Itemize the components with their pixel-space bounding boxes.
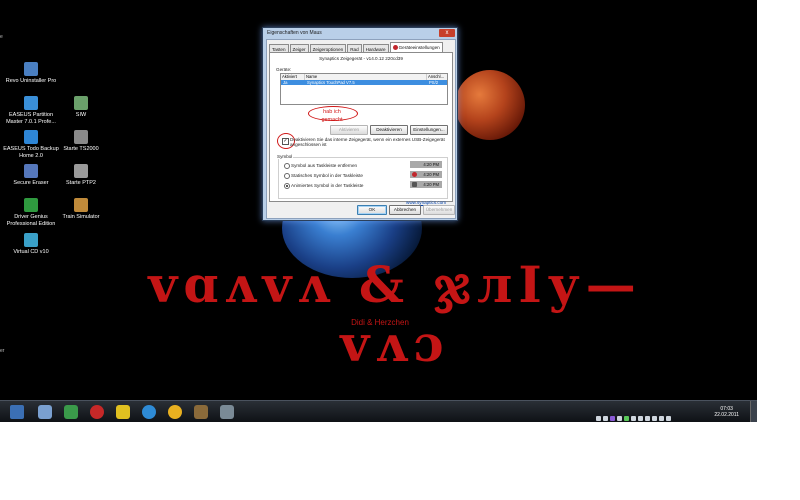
tray-icon[interactable]: [645, 416, 650, 421]
tray-icon[interactable]: [638, 416, 643, 421]
tray-icon[interactable]: [631, 416, 636, 421]
desktop-icon-label: Driver Genius Professional Edition: [6, 214, 56, 227]
disable-internal-device-checkbox[interactable]: ✓: [282, 138, 289, 145]
tray-preview-time: 4:20 PM: [423, 182, 439, 187]
desktop-icon-siw[interactable]: SIW: [50, 96, 112, 119]
desktop-icon-virtual-cd[interactable]: Virtual CD v10: [0, 233, 62, 256]
partition-icon: [24, 96, 38, 110]
tray-preview-time: 4:20 PM: [423, 162, 439, 167]
radio-remove-symbol[interactable]: [284, 163, 290, 169]
wallpaper-planet-mars: [455, 70, 525, 140]
desktop-icon-ptp2[interactable]: Starte PTP2: [50, 164, 112, 187]
activate-button[interactable]: Aktivieren: [330, 125, 368, 135]
backup-icon: [24, 130, 38, 144]
start-button[interactable]: [10, 405, 24, 419]
devices-label: Geräte:: [276, 67, 292, 72]
table-row[interactable]: Ja Synaptics TouchPad V7.5 PS/2: [281, 80, 447, 85]
desktop-icon-label: Starte TS2000: [63, 146, 99, 152]
settings-button[interactable]: Einstellungen...: [410, 125, 448, 135]
alien-icon[interactable]: [220, 405, 234, 419]
disable-internal-device-label: Deaktivieren Sie das interne Zeigegerät,…: [290, 137, 445, 147]
opera-browser-icon[interactable]: [90, 405, 104, 419]
desktop-icon-train-simulator[interactable]: Train Simulator: [50, 198, 112, 221]
radio-remove-symbol-label: Symbol aus Taskleiste entfernen: [291, 163, 358, 168]
chrome-browser-icon[interactable]: [168, 405, 182, 419]
globe-icon[interactable]: [142, 405, 156, 419]
close-icon[interactable]: x: [439, 29, 455, 37]
wallpaper-subtitle: Didi & Herzchen: [351, 318, 409, 327]
deactivate-button[interactable]: Deaktivieren: [370, 125, 408, 135]
touchpad-icon: [412, 182, 417, 187]
tray-icon[interactable]: [624, 416, 629, 421]
game-icon[interactable]: [194, 405, 208, 419]
ptp2-icon: [74, 164, 88, 178]
taskbar: 07:03 22.02.2011: [0, 400, 757, 422]
desktop-icon-label: EASEUS Partition Master 7.0.1 Profe...: [6, 112, 56, 125]
system-tray: [596, 408, 706, 421]
driver-icon: [24, 198, 38, 212]
ok-button[interactable]: OK: [357, 205, 387, 215]
radio-animated-symbol-label: Animiertes Symbol in der Taskleiste: [291, 183, 364, 188]
eraser-icon: [24, 164, 38, 178]
desktop-screen: ᴠɑʌᴠʌ & ჯлІу—ᴠʌɔ Didi & Herzchen e er Re…: [0, 0, 757, 422]
tray-icon[interactable]: [603, 416, 608, 421]
tab-label: Geräteeinstellungen: [398, 45, 440, 50]
flag-icon[interactable]: [652, 416, 657, 421]
desktop-icon-label: Revo Uninstaller Pro: [5, 78, 57, 84]
clock-date: 22.02.2011: [714, 412, 739, 418]
tray-preview-time: 4:20 PM: [423, 172, 439, 177]
annotation-text: hab ich gemacht: [321, 109, 343, 123]
spreadsheet-icon[interactable]: [64, 405, 78, 419]
tray-preview-remove: 4:20 PM: [410, 161, 442, 168]
desktop-icon-revo-uninstaller[interactable]: Revo Uninstaller Pro: [0, 62, 62, 85]
dialog-client: Tasten Zeiger Zeigeroptionen Rad Hardwar…: [266, 39, 456, 219]
volume-icon[interactable]: [666, 416, 671, 421]
siw-icon: [74, 96, 88, 110]
dialog-title: Eigenschaften von Maus: [267, 30, 322, 36]
synaptics-icon: [412, 172, 417, 177]
cd-icon: [24, 233, 38, 247]
row-enabled: Ja: [283, 80, 288, 85]
taskbar-clock[interactable]: 07:03 22.02.2011: [714, 406, 739, 418]
desktop-icon-label: Secure Eraser: [13, 180, 49, 186]
desktop-icon-label: SIW: [75, 112, 87, 118]
device-settings-panel: Synaptics Zeigegerät - v14.0.12 220cd39 …: [269, 52, 453, 205]
network-printer-icon[interactable]: [38, 405, 52, 419]
radio-animated-symbol[interactable]: [284, 183, 290, 189]
tray-icon[interactable]: [596, 416, 601, 421]
synaptics-icon: [392, 45, 398, 51]
row-port: PS/2: [429, 80, 439, 85]
desktop-icon-ts2000[interactable]: Starte TS2000: [50, 130, 112, 153]
apply-button[interactable]: Übernehmen: [423, 205, 455, 215]
dialog-titlebar[interactable]: Eigenschaften von Maus x: [263, 28, 457, 38]
pinwheel-icon[interactable]: [116, 405, 130, 419]
tray-preview-static: 4:20 PM: [410, 171, 442, 178]
tray-icon[interactable]: [610, 416, 615, 421]
tab-strip: Tasten Zeiger Zeigeroptionen Rad Hardwar…: [269, 42, 444, 53]
tray-icon[interactable]: [617, 416, 622, 421]
radio-static-symbol[interactable]: [284, 173, 290, 179]
mouse-properties-dialog: Eigenschaften von Maus x Tasten Zeiger Z…: [262, 27, 458, 221]
wallpaper-title: ᴠɑʌᴠʌ & ჯлІу—ᴠʌɔ: [148, 255, 642, 373]
symbol-group-title: Symbol: [276, 154, 294, 159]
desktop-icon-label: Virtual CD v10: [13, 249, 49, 255]
train-icon: [74, 198, 88, 212]
cancel-button[interactable]: Abbrechen: [389, 205, 421, 215]
row-name: Synaptics TouchPad V7.5: [307, 80, 355, 85]
radio-static-symbol-label: Statisches Symbol in der Taskleiste: [291, 173, 363, 178]
ts2000-icon: [74, 130, 88, 144]
desktop-icon-label: Starte PTP2: [66, 180, 96, 186]
devices-table[interactable]: Aktiviert Name Anschl... Ja Synaptics To…: [280, 73, 448, 105]
tray-preview-animated: 4:20 PM: [410, 181, 442, 188]
edge-text-top: e: [0, 34, 3, 40]
network-icon[interactable]: [659, 416, 664, 421]
uninstaller-icon: [24, 62, 38, 76]
driver-version: Synaptics Zeigegerät - v14.0.12 220cd39: [319, 56, 403, 61]
desktop-icon-label: Train Simulator: [62, 214, 100, 220]
edge-text-bottom: er: [0, 348, 5, 354]
show-desktop-button[interactable]: [750, 401, 757, 422]
